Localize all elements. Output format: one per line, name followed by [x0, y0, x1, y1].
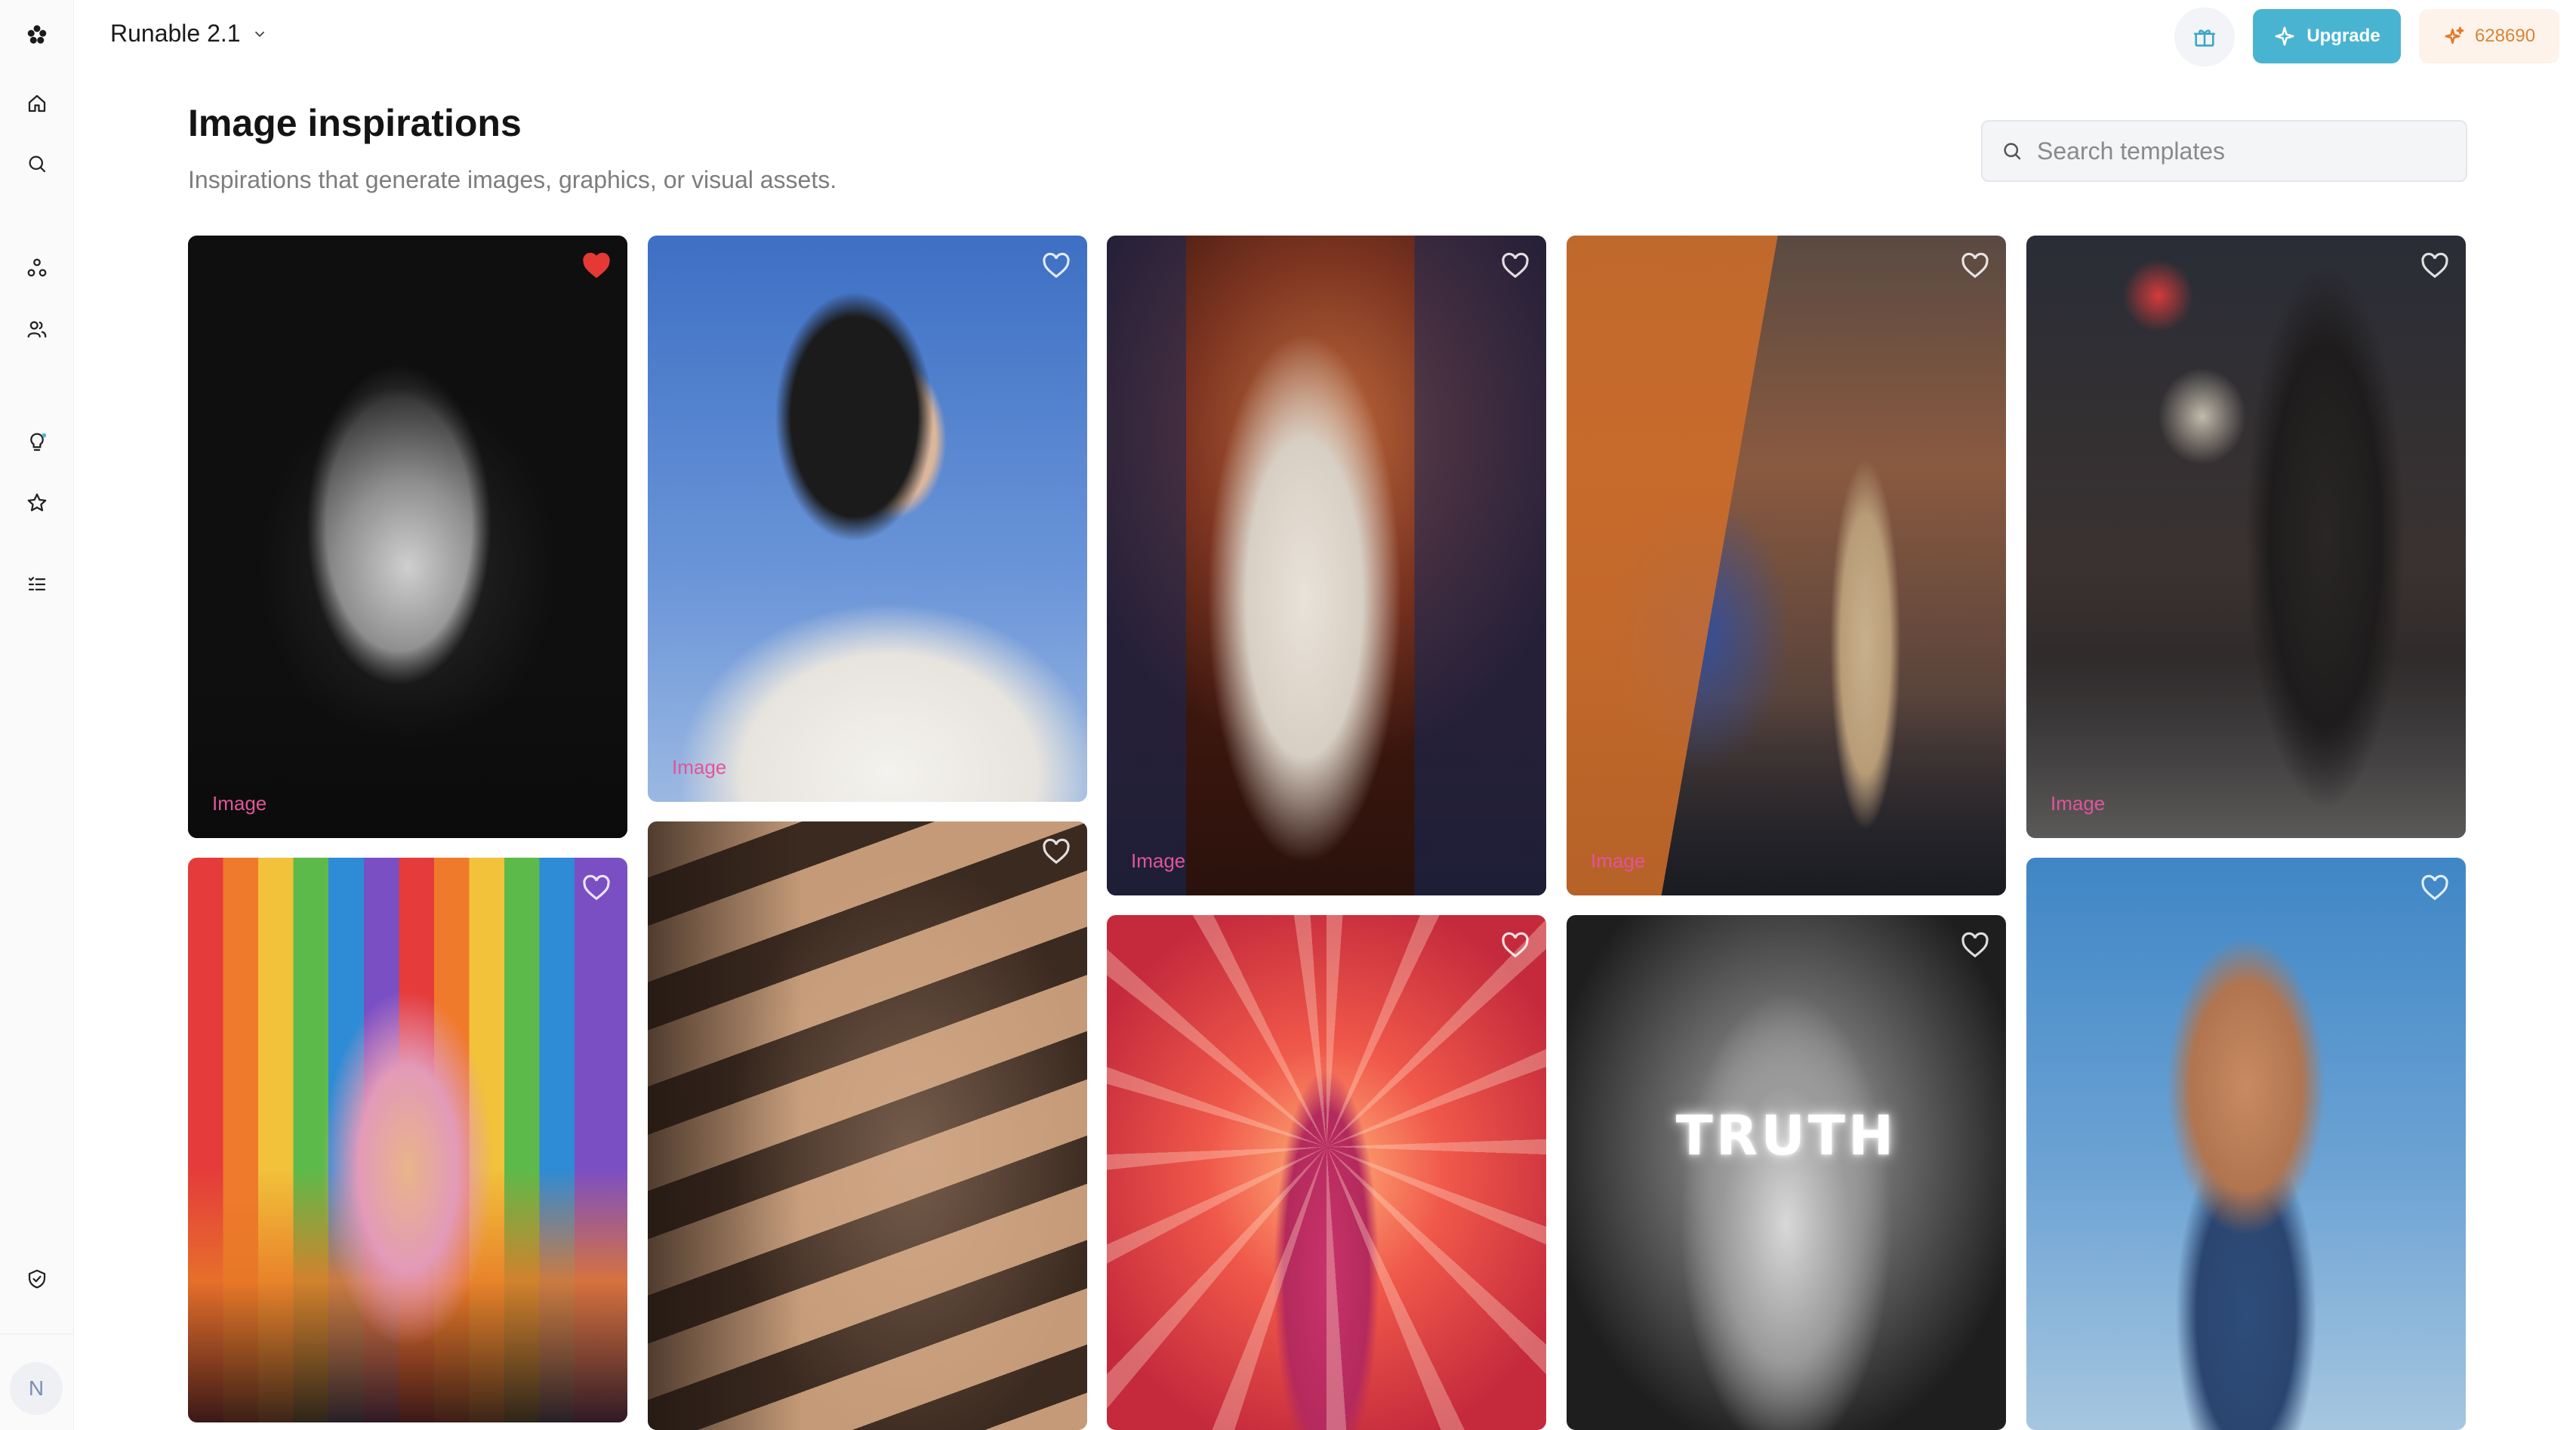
image-card[interactable]	[1107, 915, 1546, 1430]
credits-count: 628690	[2474, 26, 2536, 46]
like-heart-icon[interactable]	[1501, 252, 1530, 279]
upgrade-label: Upgrade	[2306, 26, 2380, 46]
sparkles-icon	[2445, 26, 2464, 44]
card-tag: Image	[1131, 849, 1186, 872]
sparkle-icon	[2275, 26, 2294, 46]
card-image	[648, 821, 1087, 1430]
search-templates-field[interactable]	[1981, 120, 2467, 182]
card-image	[2026, 858, 2466, 1430]
app-switcher[interactable]: Runable 2.1	[110, 20, 268, 48]
card-image	[1107, 236, 1546, 895]
like-heart-icon[interactable]	[1042, 252, 1071, 279]
image-card[interactable]	[188, 858, 627, 1422]
card-image	[1107, 915, 1546, 1430]
sidebar-divider	[0, 1333, 74, 1334]
card-image	[2026, 236, 2466, 838]
card-tag: Image	[212, 792, 267, 815]
truth-overlay-text: TRUTH	[1675, 1104, 1897, 1167]
gift-icon	[2193, 29, 2216, 47]
image-card[interactable]: Image	[188, 236, 627, 838]
like-heart-icon[interactable]	[2420, 252, 2449, 279]
image-card[interactable]: Image	[1567, 236, 2006, 895]
sidebar: N	[0, 0, 74, 1430]
search-icon[interactable]	[20, 147, 54, 180]
chevron-down-icon	[254, 31, 264, 37]
like-heart-icon[interactable]	[1501, 932, 1530, 959]
card-image	[1567, 915, 2006, 1430]
like-heart-icon[interactable]	[1961, 932, 1989, 959]
search-icon	[2004, 143, 2021, 160]
card-image	[188, 858, 627, 1422]
card-image	[1567, 236, 2006, 895]
avatar[interactable]: N	[10, 1362, 63, 1415]
home-icon[interactable]	[20, 87, 54, 120]
page-title: Image inspirations	[188, 102, 522, 144]
image-card[interactable]: Image	[648, 236, 1087, 802]
shield-icon[interactable]	[20, 1262, 54, 1296]
like-heart-icon[interactable]	[582, 874, 611, 901]
image-card[interactable]: Image	[2026, 236, 2466, 838]
image-card[interactable]	[648, 821, 1087, 1430]
like-heart-icon[interactable]	[1961, 252, 1989, 279]
app-title: Runable 2.1	[110, 20, 241, 47]
logo-icon[interactable]	[20, 18, 54, 51]
card-tag: Image	[1591, 849, 1646, 872]
star-icon[interactable]	[20, 486, 54, 519]
like-heart-icon[interactable]	[1042, 838, 1071, 865]
like-heart-icon[interactable]	[2420, 874, 2449, 901]
gift-button[interactable]	[2174, 8, 2235, 66]
search-input[interactable]	[2035, 136, 2443, 166]
list-icon[interactable]	[20, 568, 54, 601]
credits-button[interactable]: 628690	[2419, 9, 2559, 63]
nodes-icon[interactable]	[20, 251, 54, 285]
upgrade-button[interactable]: Upgrade	[2253, 9, 2401, 63]
page-subtitle: Inspirations that generate images, graph…	[188, 166, 837, 193]
card-image	[188, 236, 627, 838]
image-card[interactable]	[2026, 858, 2466, 1430]
card-tag: Image	[672, 756, 727, 778]
image-card[interactable]: Image	[1107, 236, 1546, 895]
card-image	[648, 236, 1087, 802]
lightbulb-icon[interactable]	[20, 426, 54, 459]
image-card[interactable]: TRUTH	[1567, 915, 2006, 1430]
like-heart-icon[interactable]	[582, 252, 611, 279]
users-icon[interactable]	[20, 313, 54, 346]
card-tag: Image	[2051, 792, 2106, 815]
